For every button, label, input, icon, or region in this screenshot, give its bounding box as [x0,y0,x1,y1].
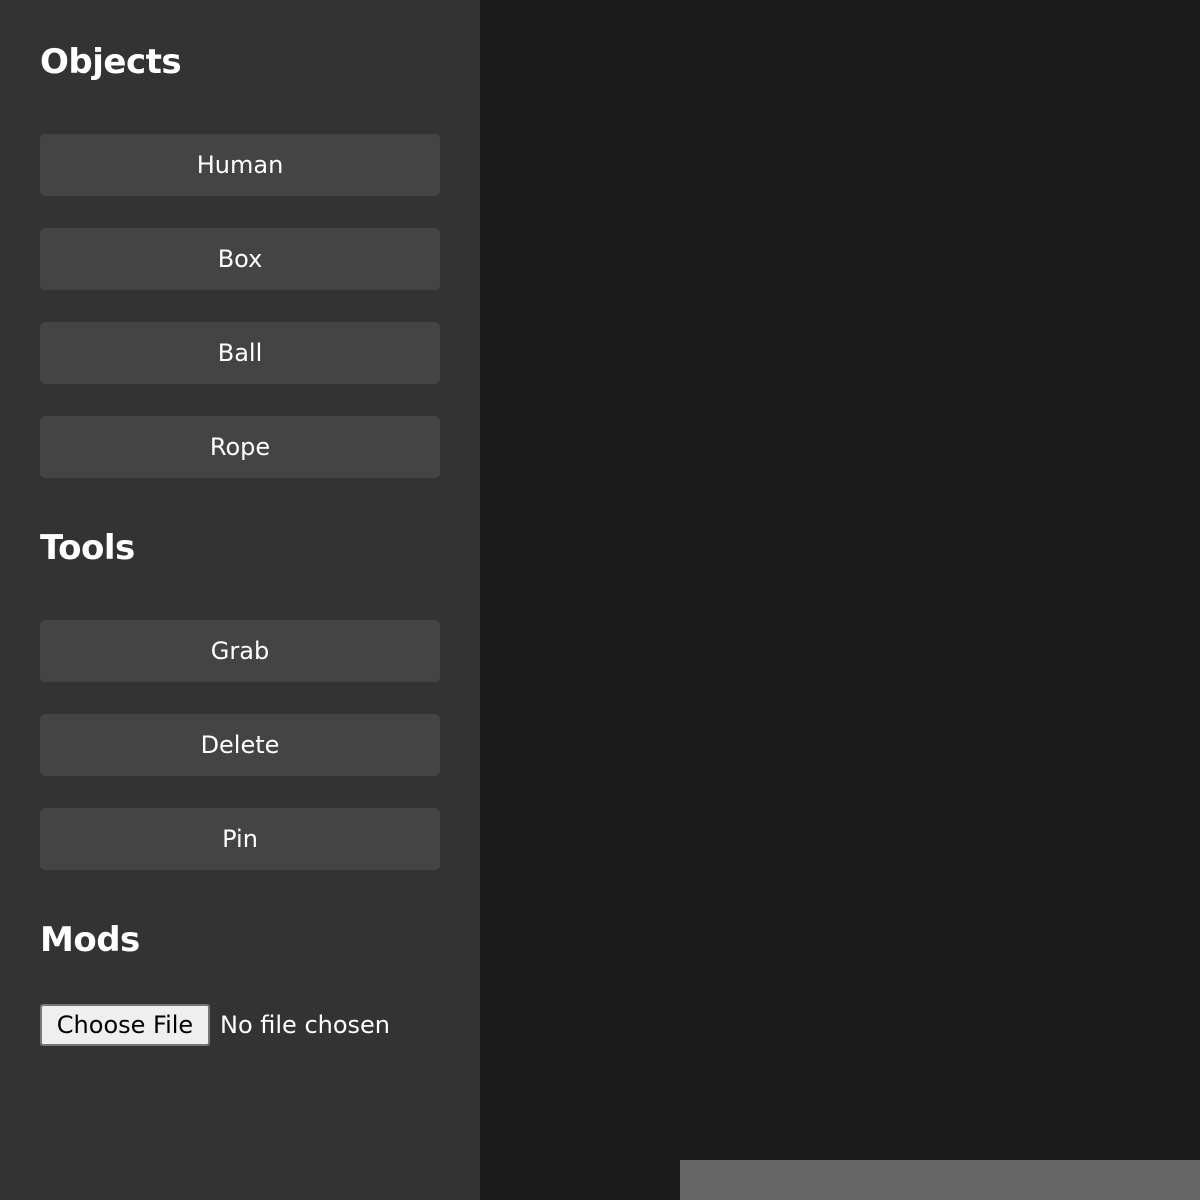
mods-section-title: Mods [40,920,140,960]
objects-section-title: Objects [40,42,182,82]
app-window: Objects Human Box Ball Rope Tools Grab D… [0,0,1200,1200]
file-status-text: No file chosen [220,1011,391,1039]
mod-file-input[interactable]: Choose File No file chosen [40,1004,390,1046]
rope-button[interactable]: Rope [40,416,440,478]
grab-button[interactable]: Grab [40,620,440,682]
tools-section-title: Tools [40,528,135,568]
box-button[interactable]: Box [40,228,440,290]
human-button[interactable]: Human [40,134,440,196]
pin-button[interactable]: Pin [40,808,440,870]
ground-platform [680,1160,1200,1200]
delete-button[interactable]: Delete [40,714,440,776]
simulation-canvas[interactable] [480,0,1200,1200]
sidebar: Objects Human Box Ball Rope Tools Grab D… [0,0,480,1200]
choose-file-button[interactable]: Choose File [40,1004,210,1046]
ball-button[interactable]: Ball [40,322,440,384]
